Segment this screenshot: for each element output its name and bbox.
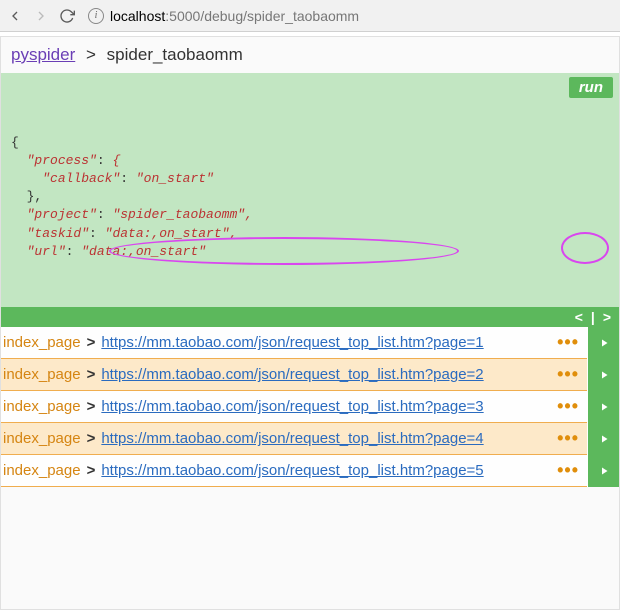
breadcrumb: pyspider > spider_taobaomm xyxy=(1,37,619,73)
request-url-link[interactable]: https://mm.taobao.com/json/request_top_l… xyxy=(101,462,483,479)
row-separator: > xyxy=(87,430,96,447)
row-text: index_page > https://mm.taobao.com/json/re… xyxy=(1,462,549,479)
breadcrumb-home-link[interactable]: pyspider xyxy=(11,45,75,64)
request-row: index_page > https://mm.taobao.com/json/re… xyxy=(1,455,619,487)
row-separator: > xyxy=(87,462,96,479)
request-row: index_page > https://mm.taobao.com/json/re… xyxy=(1,327,619,359)
pager-prev[interactable]: < xyxy=(567,309,591,325)
play-button[interactable] xyxy=(587,391,619,423)
request-url-link[interactable]: https://mm.taobao.com/json/request_top_l… xyxy=(101,334,483,351)
run-button[interactable]: run xyxy=(569,77,613,98)
more-button[interactable]: ••• xyxy=(549,364,587,385)
app-content: pyspider > spider_taobaomm run { "proces… xyxy=(0,36,620,610)
callback-name: index_page xyxy=(3,462,81,479)
row-text: index_page > https://mm.taobao.com/json/re… xyxy=(1,366,549,383)
forward-button[interactable] xyxy=(32,7,50,25)
row-separator: > xyxy=(87,334,96,351)
callback-name: index_page xyxy=(3,366,81,383)
play-button[interactable] xyxy=(587,455,619,487)
callback-name: index_page xyxy=(3,398,81,415)
more-button[interactable]: ••• xyxy=(549,460,587,481)
row-text: index_page > https://mm.taobao.com/json/re… xyxy=(1,334,549,351)
json-body: { "process": { "callback": "on_start" },… xyxy=(11,134,609,261)
pager: < | > xyxy=(1,307,619,327)
request-row: index_page > https://mm.taobao.com/json/re… xyxy=(1,391,619,423)
more-button[interactable]: ••• xyxy=(549,396,587,417)
browser-toolbar: i localhost:5000/debug/spider_taobaomm xyxy=(0,0,620,32)
more-button[interactable]: ••• xyxy=(549,332,587,353)
site-info-icon[interactable]: i xyxy=(88,8,104,24)
play-button[interactable] xyxy=(587,327,619,359)
reload-button[interactable] xyxy=(58,7,76,25)
request-url-link[interactable]: https://mm.taobao.com/json/request_top_l… xyxy=(101,366,483,383)
pager-next[interactable]: > xyxy=(595,309,619,325)
request-url-link[interactable]: https://mm.taobao.com/json/request_top_l… xyxy=(101,398,483,415)
play-button[interactable] xyxy=(587,423,619,455)
row-separator: > xyxy=(87,366,96,383)
row-text: index_page > https://mm.taobao.com/json/re… xyxy=(1,398,549,415)
request-list: index_page > https://mm.taobao.com/json/re… xyxy=(1,327,619,487)
request-url-link[interactable]: https://mm.taobao.com/json/request_top_l… xyxy=(101,430,483,447)
request-row: index_page > https://mm.taobao.com/json/re… xyxy=(1,359,619,391)
more-button[interactable]: ••• xyxy=(549,428,587,449)
url-text: localhost:5000/debug/spider_taobaomm xyxy=(110,8,359,24)
row-separator: > xyxy=(87,398,96,415)
request-row: index_page > https://mm.taobao.com/json/re… xyxy=(1,423,619,455)
breadcrumb-separator: > xyxy=(86,45,96,64)
callback-name: index_page xyxy=(3,430,81,447)
breadcrumb-project: spider_taobaomm xyxy=(107,45,243,64)
play-button[interactable] xyxy=(587,359,619,391)
back-button[interactable] xyxy=(6,7,24,25)
callback-name: index_page xyxy=(3,334,81,351)
task-json-panel: run { "process": { "callback": "on_start… xyxy=(1,73,619,307)
row-text: index_page > https://mm.taobao.com/json/re… xyxy=(1,430,549,447)
address-bar[interactable]: i localhost:5000/debug/spider_taobaomm xyxy=(84,8,614,24)
